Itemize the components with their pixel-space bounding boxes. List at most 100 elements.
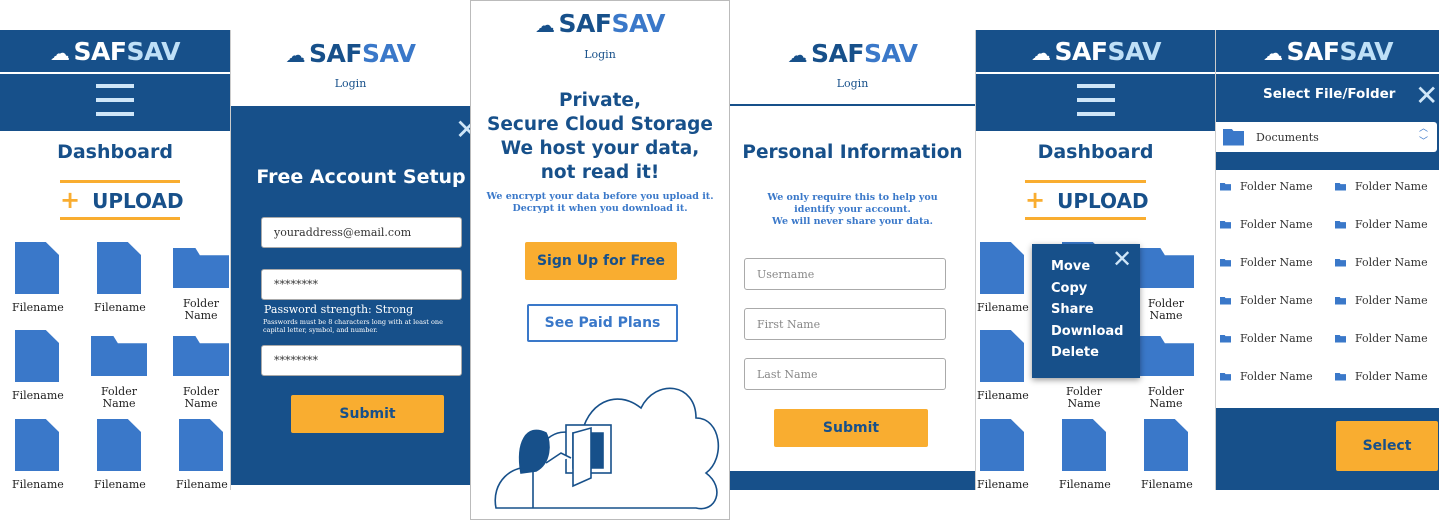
file-item[interactable]: Filename	[2, 419, 72, 490]
folder-list-item[interactable]: Folder Name	[1220, 218, 1313, 231]
modal-title: Free Account Setup	[256, 166, 466, 188]
item-label: Filename	[94, 478, 146, 491]
folder-icon	[1138, 248, 1194, 288]
folder-list-item[interactable]: Folder Name	[1335, 218, 1428, 231]
file-icon	[980, 242, 1024, 294]
folder-icon	[91, 336, 147, 376]
select-button[interactable]: Select	[1336, 421, 1438, 471]
folder-icon	[173, 248, 229, 288]
file-item[interactable]: Filename	[1131, 419, 1201, 490]
logo: ☁ SAFSAV	[1263, 37, 1393, 66]
menu-item-share[interactable]: Share	[1051, 299, 1140, 321]
page-title: Dashboard	[57, 141, 173, 163]
username-field[interactable]: Username	[744, 258, 946, 290]
context-menu: ✕ Move Copy Share Download Delete	[1032, 244, 1140, 378]
paid-plans-button[interactable]: See Paid Plans	[527, 304, 678, 342]
picker-header: Select File/Folder ✕ Documents ︿ ﹀	[1216, 74, 1439, 170]
folder-select[interactable]: Documents ︿ ﹀	[1216, 122, 1437, 152]
folder-icon	[1335, 182, 1346, 191]
last-name-field[interactable]: Last Name	[744, 358, 946, 390]
file-item[interactable]: Filename	[976, 419, 1037, 491]
item-label: Filename	[977, 389, 1029, 402]
folder-list-item[interactable]: Folder Name	[1220, 332, 1313, 345]
first-name-field[interactable]: First Name	[744, 308, 946, 340]
hamburger-menu-icon[interactable]	[0, 74, 230, 131]
folder-list-item[interactable]: Folder Name	[1220, 294, 1313, 307]
item-label: Filename	[1141, 478, 1193, 491]
header: ☁ SAFSAV	[976, 30, 1215, 72]
dashboard-screen: ☁ SAFSAV Dashboard + UPLOAD Filename Filena…	[0, 30, 230, 490]
file-item[interactable]: Filename	[2, 330, 72, 402]
item-label: Filename	[977, 478, 1029, 491]
folder-list-item[interactable]: Folder Name	[1220, 256, 1313, 269]
upload-button[interactable]: + UPLOAD	[1025, 180, 1149, 220]
folder-icon	[1335, 258, 1346, 267]
password-strength: Password strength: Strong	[264, 303, 414, 316]
close-icon[interactable]: ✕	[1112, 247, 1132, 270]
folder-list-item[interactable]: Folder Name	[1335, 332, 1428, 345]
folder-icon	[1220, 182, 1231, 191]
cloud-lock-icon: ☁	[50, 41, 70, 65]
folder-icon	[1223, 128, 1244, 146]
file-item[interactable]: Filename	[976, 330, 1037, 402]
upload-button[interactable]: + UPLOAD	[60, 180, 184, 220]
footer-bar	[730, 471, 975, 490]
close-icon[interactable]: ✕	[1415, 82, 1438, 110]
item-label: Folder Name	[183, 297, 219, 322]
file-item[interactable]: Filename	[2, 242, 72, 314]
logo: ☁ SAFSAV	[787, 39, 918, 68]
menu-item-delete[interactable]: Delete	[1051, 342, 1140, 364]
file-item[interactable]: Filename	[166, 419, 230, 490]
password-rules: Passwords must be 8 characters long with…	[263, 318, 443, 334]
item-label: Filename	[12, 389, 64, 402]
menu-item-download[interactable]: Download	[1051, 321, 1140, 343]
folder-item[interactable]: Folder Name	[84, 330, 154, 410]
menu-bar	[0, 74, 230, 131]
folder-icon	[1335, 220, 1346, 229]
footer-bar: Select	[1216, 408, 1439, 490]
folder-item[interactable]: Folder Name	[1131, 330, 1201, 410]
item-label: Folder Name	[101, 385, 137, 410]
signup-screen: ☁SAFSAV Login ✕ Free Account Setup youra…	[230, 30, 470, 490]
file-item[interactable]: Filename	[84, 419, 154, 490]
divider	[730, 104, 975, 106]
item-label: Filename	[12, 301, 64, 314]
logo: ☁ SAFSAV	[285, 39, 416, 68]
password-field[interactable]: ********	[261, 269, 462, 300]
headline: Private, Secure Cloud Storage We host your…	[487, 90, 713, 183]
submit-button[interactable]: Submit	[774, 409, 928, 447]
login-link[interactable]: Login	[471, 48, 729, 61]
header: ☁ SAFSAV	[0, 30, 230, 72]
folder-list-item[interactable]: Folder Name	[1220, 180, 1313, 193]
folder-list-item[interactable]: Folder Name	[1335, 180, 1428, 193]
confirm-password-field[interactable]: ********	[261, 345, 462, 376]
login-link[interactable]: Login	[730, 77, 975, 90]
menu-item-copy[interactable]: Copy	[1051, 278, 1140, 300]
cloud-safe-illustration	[494, 387, 720, 510]
login-link[interactable]: Login	[231, 77, 470, 90]
folder-list-item[interactable]: Folder Name	[1335, 256, 1428, 269]
cloud-lock-icon: ☁	[1031, 41, 1051, 65]
cloud-lock-icon: ☁	[1263, 41, 1283, 65]
sign-up-button[interactable]: Sign Up for Free	[525, 242, 677, 280]
submit-button[interactable]: Submit	[291, 395, 444, 433]
file-item[interactable]: Filename	[1049, 419, 1119, 490]
hamburger-menu-icon[interactable]	[976, 74, 1215, 131]
file-item[interactable]: Filename	[84, 242, 154, 314]
folder-item[interactable]: Folder Name	[166, 330, 230, 410]
item-label: Folder Name	[1148, 385, 1184, 410]
folder-list-item[interactable]: Folder Name	[1335, 370, 1428, 383]
folder-icon	[1335, 296, 1346, 305]
folder-icon	[1335, 372, 1346, 381]
close-icon[interactable]: ✕	[455, 116, 470, 144]
email-field[interactable]: youraddress@email.com	[261, 217, 462, 248]
folder-item[interactable]: Folder Name	[166, 242, 230, 322]
cloud-lock-icon: ☁	[535, 13, 555, 37]
folder-item[interactable]: Folder Name	[1131, 242, 1201, 322]
folder-icon	[1220, 372, 1231, 381]
header: ☁ SAFSAV	[1216, 30, 1439, 72]
folder-list-item[interactable]: Folder Name	[1220, 370, 1313, 383]
logo: ☁ SAFSAV	[50, 37, 180, 66]
folder-list-item[interactable]: Folder Name	[1335, 294, 1428, 307]
file-item[interactable]: Filename	[976, 242, 1037, 314]
